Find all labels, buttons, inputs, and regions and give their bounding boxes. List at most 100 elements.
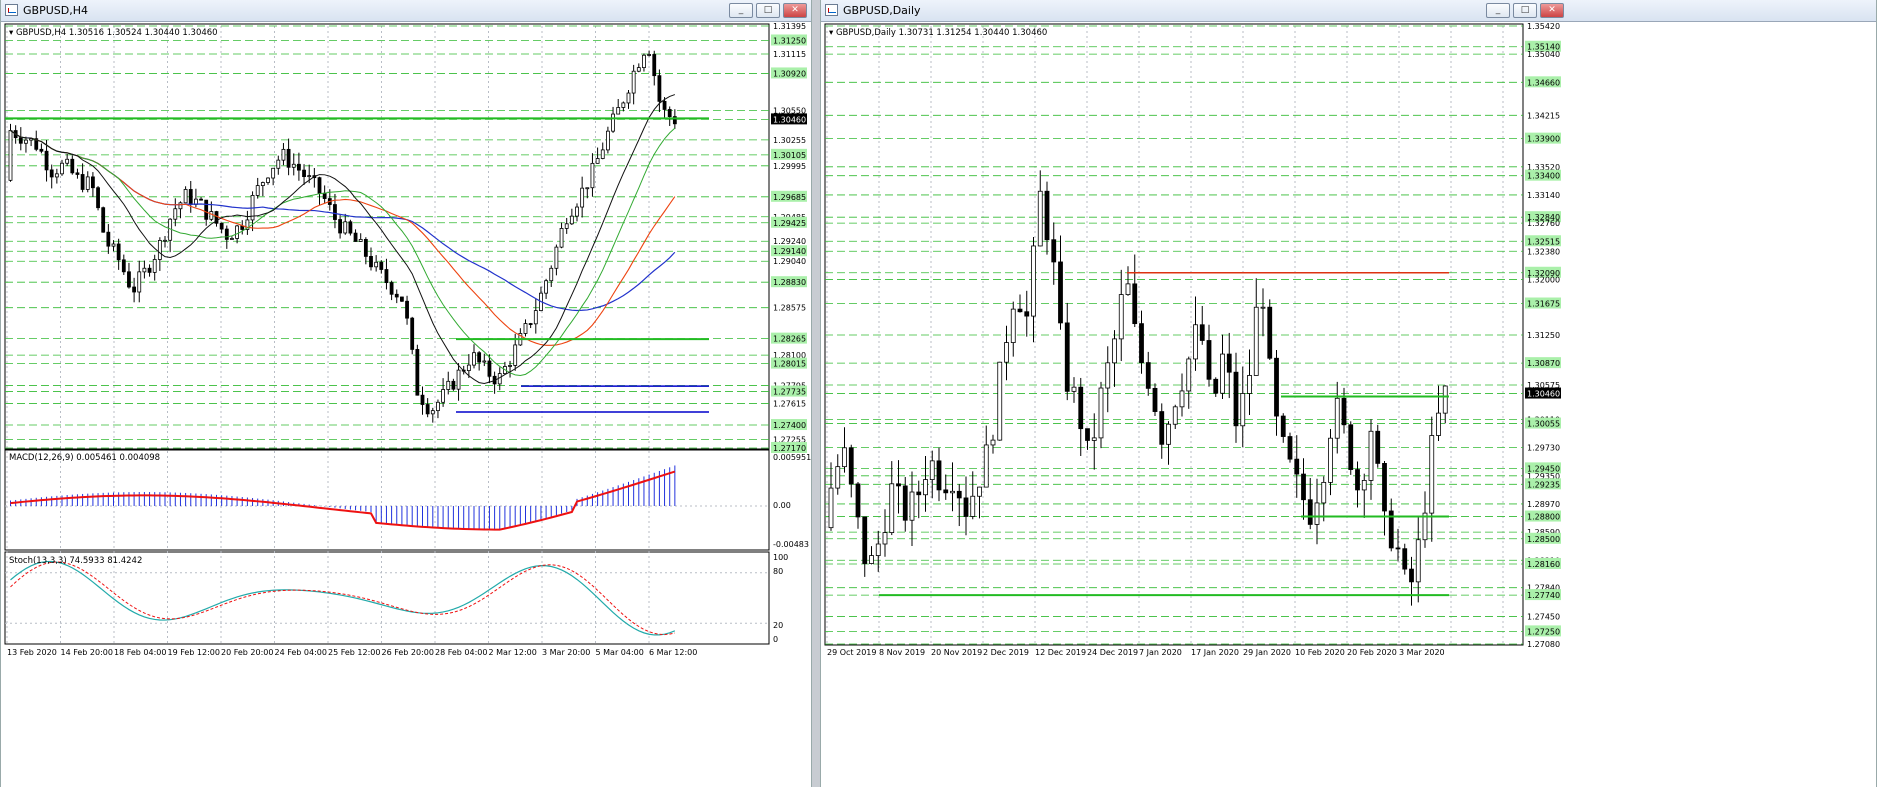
candle-body <box>549 267 554 282</box>
candle-body <box>1307 499 1313 525</box>
candle-body <box>379 261 384 270</box>
maximize-button[interactable]: □ <box>1513 3 1537 18</box>
candle-body <box>950 490 955 494</box>
candle-body <box>1361 480 1367 491</box>
candle-body <box>451 380 456 390</box>
candle-body <box>1031 245 1036 317</box>
candle-body <box>523 323 528 334</box>
candle-body <box>1220 353 1225 394</box>
candle-body <box>317 177 322 194</box>
maximize-button[interactable]: □ <box>756 3 780 18</box>
candle-body <box>209 211 214 220</box>
candle-body <box>1071 386 1077 392</box>
stoch-scale-label: 80 <box>773 567 783 576</box>
close-button[interactable]: ✕ <box>1540 3 1564 18</box>
candle-body <box>410 317 415 350</box>
candle-body <box>595 158 600 164</box>
candle-body <box>1098 387 1104 439</box>
candle-body <box>835 466 841 489</box>
stoch-label: Stoch(13,3,3) 74.5933 81.4242 <box>9 556 142 566</box>
candle-body <box>343 221 348 234</box>
candle-body <box>963 497 969 517</box>
candle-body <box>333 204 337 220</box>
candle-body <box>1348 424 1354 470</box>
price-axis-label: 1.31250 <box>1527 331 1560 340</box>
macd-scale-label: 0.00 <box>773 501 791 510</box>
candle-body <box>224 228 229 240</box>
price-axis-label: 1.28015 <box>773 360 806 369</box>
left-chart-window[interactable]: GBPUSD,H4 _ □ ✕ 1.31395 1.31250 1.31115 1.3… <box>0 0 812 787</box>
minimize-button[interactable]: _ <box>1486 3 1510 18</box>
stoch-scale-label: 100 <box>773 553 788 562</box>
candle-body <box>111 243 116 247</box>
candle-body <box>1294 458 1300 475</box>
minimize-button[interactable]: _ <box>729 3 753 18</box>
candle-body <box>882 532 888 545</box>
price-axis-label: 1.32515 <box>1527 237 1560 246</box>
candle-body <box>152 259 157 273</box>
candle-body <box>1193 324 1198 360</box>
time-axis-label: 20 Feb 2020 <box>1347 648 1397 657</box>
candle-body <box>271 167 276 179</box>
candle-body <box>466 364 471 371</box>
candle-body <box>1145 362 1151 389</box>
time-axis-label: 17 Jan 2020 <box>1191 648 1239 657</box>
right-chart-window[interactable]: GBPUSD,Daily _ □ ✕ 1.35420 1.35140 1.35040… <box>820 0 1877 787</box>
candle-body <box>348 221 353 234</box>
time-axis-label: 24 Dec 2019 <box>1087 648 1138 657</box>
candle-body <box>338 219 343 234</box>
right-window-titlebar[interactable]: GBPUSD,Daily _ □ ✕ <box>821 0 1876 22</box>
candle-body <box>855 483 861 518</box>
candle-body <box>188 189 193 205</box>
candle-body <box>916 491 922 496</box>
candle-body <box>575 206 579 217</box>
candle-body <box>60 162 64 175</box>
candle-body <box>1112 338 1117 364</box>
candle-body <box>585 187 590 190</box>
time-axis-label: 3 Mar 2020 <box>1399 648 1445 657</box>
candle-body <box>266 177 270 183</box>
price-axis-label: 1.31395 <box>773 22 806 31</box>
candle-body <box>296 163 301 171</box>
price-axis-label: 1.29040 <box>773 257 806 266</box>
price-axis-label: 1.28500 <box>1527 535 1560 544</box>
time-axis-label: 26 Feb 20:00 <box>382 648 434 657</box>
candle-body <box>1321 481 1327 504</box>
close-button[interactable]: ✕ <box>783 3 807 18</box>
candle-body <box>544 280 548 294</box>
time-axis-label: 18 Feb 04:00 <box>114 648 166 657</box>
price-axis-label: 1.29425 <box>773 219 806 228</box>
candle-body <box>1139 323 1144 363</box>
candle-body <box>559 228 564 248</box>
left-chart-area[interactable]: 1.313951.312501.311151.309201.305501.304… <box>1 22 811 787</box>
price-axis-label: 1.27080 <box>1527 640 1560 649</box>
candle-body <box>1280 415 1286 437</box>
time-axis-label: 19 Feb 12:00 <box>168 648 220 657</box>
right-chart-area[interactable]: 1.354201.351401.350401.346601.342151.339… <box>821 22 1876 787</box>
candle-body <box>1017 308 1023 313</box>
price-axis-label: 1.32760 <box>1527 219 1560 228</box>
candle-body <box>1253 306 1259 376</box>
price-axis-label: 1.30255 <box>773 136 806 145</box>
price-axis-label: 1.28265 <box>773 335 806 344</box>
candle-body <box>616 107 621 115</box>
candle-body <box>1260 306 1266 309</box>
candle-body <box>85 176 90 190</box>
candle-body <box>1314 502 1320 525</box>
candle-body <box>1213 378 1219 394</box>
price-axis-label: 1.33400 <box>1527 172 1560 181</box>
candle-body <box>456 369 461 390</box>
candle-body <box>1118 294 1124 340</box>
candle-body <box>199 198 203 201</box>
left-window-titlebar[interactable]: GBPUSD,H4 _ □ ✕ <box>1 0 811 22</box>
candle-body <box>101 207 106 233</box>
candle-body <box>1334 397 1340 439</box>
candle-body <box>1382 463 1387 512</box>
candle-body <box>936 460 942 491</box>
time-axis-label: 28 Feb 04:00 <box>435 648 487 657</box>
right-window-title: GBPUSD,Daily <box>843 4 921 17</box>
price-axis-label: 1.27400 <box>773 421 806 430</box>
price-axis-label: 1.33140 <box>1527 191 1560 200</box>
time-axis-label: 29 Oct 2019 <box>827 648 876 657</box>
chart-info-text: ▾ GBPUSD,Daily 1.30731 1.31254 1.30440 1… <box>829 28 1047 38</box>
